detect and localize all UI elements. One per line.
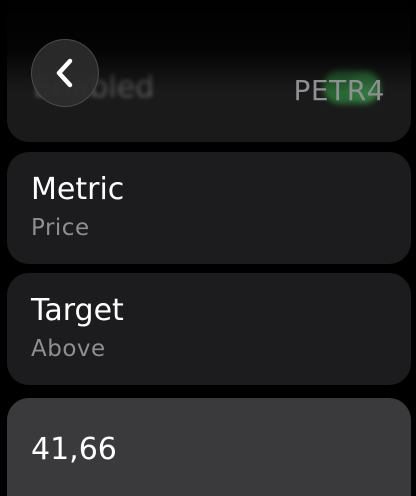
chevron-left-icon [56, 58, 73, 88]
metric-title: Metric [31, 172, 125, 207]
back-button[interactable] [31, 39, 99, 107]
target-value: Above [31, 336, 106, 362]
screen: Enabled PETR4 Metric Price Target Above … [0, 0, 416, 496]
value-text: 41,66 [31, 432, 117, 467]
target-row[interactable]: Target Above [7, 273, 411, 385]
metric-row[interactable]: Metric Price [7, 152, 411, 264]
target-title: Target [31, 293, 124, 328]
metric-value: Price [31, 215, 90, 241]
page-title: PETR4 [293, 74, 385, 107]
value-input[interactable]: 41,66 [7, 398, 411, 496]
